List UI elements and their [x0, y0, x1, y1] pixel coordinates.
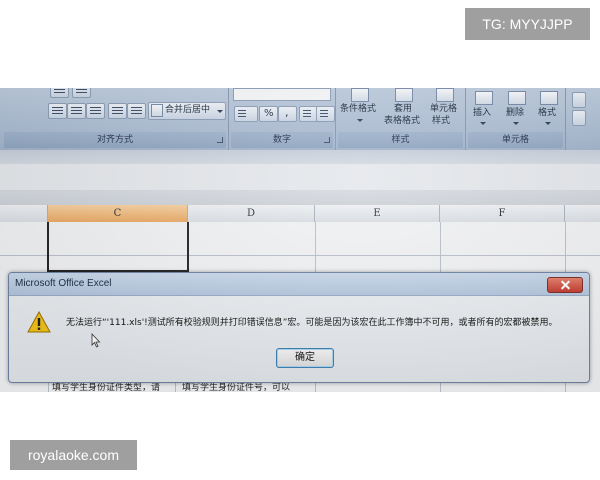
chevron-down-icon: [480, 122, 486, 125]
watermark-top-right: TG: MYYJJPP: [465, 8, 590, 40]
align-left-icon[interactable]: [48, 103, 67, 119]
group-separator: [565, 88, 566, 150]
number-group-title: 数字: [272, 135, 291, 145]
column-header-e[interactable]: E: [315, 205, 440, 222]
alignment-group-title: 对齐方式: [96, 135, 133, 145]
merge-cells-icon: [151, 104, 163, 117]
name-box-row: [0, 150, 600, 164]
group-separator: [335, 88, 336, 150]
delete-label: 删除: [506, 108, 525, 118]
table-format-label-2: 表格格式: [384, 116, 421, 126]
sheet-top-band: [0, 190, 600, 205]
column-header-d[interactable]: D: [188, 205, 315, 222]
dialog-titlebar[interactable]: Microsoft Office Excel: [9, 273, 589, 296]
conditional-format-button[interactable]: 条件格式: [338, 88, 382, 130]
format-label: 格式: [538, 108, 557, 118]
currency-icon[interactable]: [234, 106, 258, 122]
mouse-cursor-icon: [91, 333, 101, 348]
merge-center-button[interactable]: 合并后居中: [148, 102, 226, 120]
watermark-bottom-left: royalaoke.com: [10, 440, 137, 470]
conditional-format-icon: [351, 88, 369, 102]
alignment-group-label: 对齐方式: [4, 132, 226, 148]
insert-button[interactable]: 插入: [468, 88, 498, 130]
styles-group-label: 样式: [338, 132, 463, 148]
comma-button[interactable]: ,: [278, 106, 297, 122]
select-all-corner[interactable]: [0, 205, 48, 222]
insert-label: 插入: [473, 108, 492, 118]
increase-indent-icon[interactable]: [127, 103, 146, 119]
merge-center-label: 合并后居中: [165, 105, 211, 115]
format-cells-icon: [540, 91, 558, 105]
ribbon: 合并后居中 对齐方式 % , 数字 条件格式 套用 表格格式 单元格 样式 样式…: [0, 88, 600, 150]
dialog-message: 无法运行“'111.xls'!测试所有校验规则并打印错误信息”宏。可能是因为该宏…: [66, 318, 558, 328]
dialog-launcher-icon[interactable]: [217, 137, 223, 143]
cell-text: 填写学生身份证件号，可以: [182, 383, 291, 392]
close-button[interactable]: [547, 277, 583, 293]
wrap-text-icon[interactable]: [50, 88, 69, 98]
cell-style-icon: [436, 88, 454, 102]
dialog-launcher-icon[interactable]: [324, 137, 330, 143]
format-button[interactable]: 格式: [533, 88, 563, 130]
chevron-down-icon: [217, 110, 223, 113]
comma-label: ,: [285, 106, 289, 119]
percent-button[interactable]: %: [259, 106, 278, 122]
column-header-c[interactable]: C: [48, 205, 188, 222]
conditional-format-label: 条件格式: [340, 104, 377, 114]
styles-group-title: 样式: [391, 135, 410, 145]
table-format-label-1: 套用: [394, 104, 413, 114]
group-separator: [465, 88, 466, 150]
decrease-decimal-icon[interactable]: [316, 106, 335, 122]
delete-cells-icon: [508, 91, 526, 105]
cell-text: 填写学生身份证件类型，请: [52, 383, 161, 392]
align-center-icon[interactable]: [67, 103, 86, 119]
delete-button[interactable]: 删除: [501, 88, 531, 130]
screen-photo: 合并后居中 对齐方式 % , 数字 条件格式 套用 表格格式 单元格 样式 样式…: [0, 88, 600, 392]
column-header-partial[interactable]: [565, 205, 600, 222]
percent-label: %: [264, 108, 274, 119]
number-group-label: 数字: [231, 132, 333, 148]
chevron-down-icon: [545, 122, 551, 125]
chevron-down-icon: [357, 119, 363, 122]
selected-cell[interactable]: [47, 222, 189, 272]
number-format-dropdown[interactable]: [233, 88, 331, 101]
chevron-down-icon: [513, 122, 519, 125]
formula-bar[interactable]: [0, 164, 600, 190]
cells-group-title: 单元格: [501, 135, 529, 145]
ok-button[interactable]: 确定: [276, 348, 334, 368]
autosum-icon[interactable]: [572, 92, 586, 108]
align-right-icon[interactable]: [86, 103, 105, 119]
dialog-title: Microsoft Office Excel: [15, 278, 112, 289]
table-format-icon: [395, 88, 413, 102]
error-dialog: Microsoft Office Excel 无法运行“'111.xls'!测试…: [8, 272, 590, 383]
cell-style-label-1: 单元格: [430, 104, 458, 114]
insert-cells-icon: [475, 91, 493, 105]
cells-group-label: 单元格: [468, 132, 563, 148]
warning-icon: [27, 311, 51, 333]
format-as-table-button[interactable]: 套用 表格格式: [382, 88, 424, 130]
fill-icon[interactable]: [572, 110, 586, 126]
orientation-icon[interactable]: [72, 88, 91, 98]
group-separator: [228, 88, 229, 150]
column-header-f[interactable]: F: [440, 205, 565, 222]
cell-style-label-2: 样式: [432, 116, 451, 126]
decrease-indent-icon[interactable]: [108, 103, 127, 119]
cell-styles-button[interactable]: 单元格 样式: [426, 88, 464, 130]
